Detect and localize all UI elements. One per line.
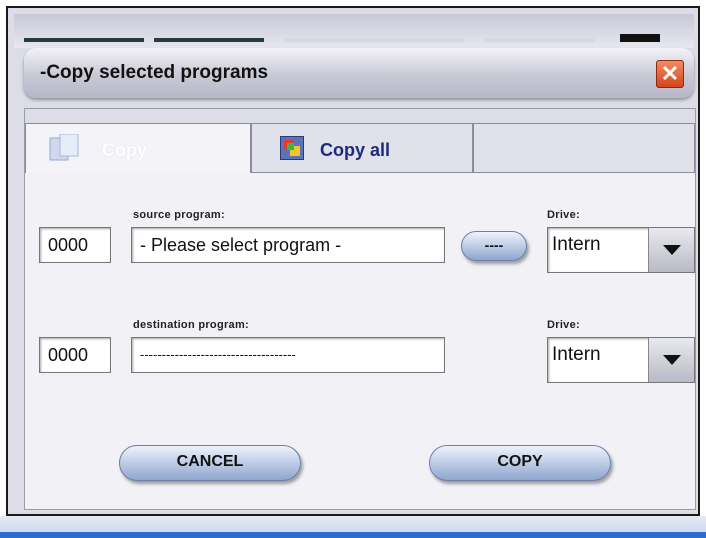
dialog-titlebar: -Copy selected programs ✕ [24, 48, 694, 98]
browse-button[interactable]: ---- [461, 231, 527, 261]
source-program-field[interactable]: - Please select program - [131, 227, 445, 263]
chevron-down-icon [663, 355, 681, 365]
destination-number-field[interactable]: 0000 [39, 337, 111, 373]
dialog-panel: Copy Copy all source program: Drive: 000… [24, 108, 696, 510]
source-drive-select[interactable]: Intern [547, 227, 695, 273]
bottom-blue-bar [0, 532, 706, 538]
close-button[interactable]: ✕ [656, 60, 684, 88]
dialog-title: -Copy selected programs [40, 62, 269, 83]
destination-program-field[interactable]: ------------------------------------ [131, 337, 445, 373]
cancel-button[interactable]: CANCEL [119, 445, 301, 481]
tab-copy-label: Copy [102, 140, 147, 160]
copy-button[interactable]: COPY [429, 445, 611, 481]
destination-drive-value: Intern [552, 344, 601, 365]
background-bottom-strip [0, 516, 706, 538]
destination-drive-label: Drive: [547, 319, 580, 331]
source-drive-value: Intern [552, 234, 601, 255]
background-toolbar-strip [14, 14, 694, 48]
source-program-label: source program: [133, 209, 225, 221]
close-icon: ✕ [660, 61, 680, 86]
destination-drive-dropdown-button[interactable] [648, 338, 694, 382]
tab-copy-all[interactable]: Copy all [251, 123, 473, 173]
destination-drive-select[interactable]: Intern [547, 337, 695, 383]
destination-program-label: destination program: [133, 319, 250, 331]
source-number-field[interactable]: 0000 [39, 227, 111, 263]
copy-button-label: COPY [497, 453, 543, 470]
source-drive-dropdown-button[interactable] [648, 228, 694, 272]
chevron-down-icon [663, 245, 681, 255]
tab-content: source program: Drive: 0000 - Please sel… [25, 173, 695, 509]
source-drive-label: Drive: [547, 209, 580, 221]
copy-all-icon [280, 136, 304, 160]
copy-pages-icon [49, 134, 79, 161]
tab-copy[interactable]: Copy [25, 123, 251, 173]
browse-button-label: ---- [484, 237, 504, 253]
tab-copy-all-label: Copy all [320, 140, 391, 160]
cancel-button-label: CANCEL [176, 453, 244, 470]
tab-empty [473, 123, 695, 173]
tab-bar: Copy Copy all [25, 123, 695, 173]
